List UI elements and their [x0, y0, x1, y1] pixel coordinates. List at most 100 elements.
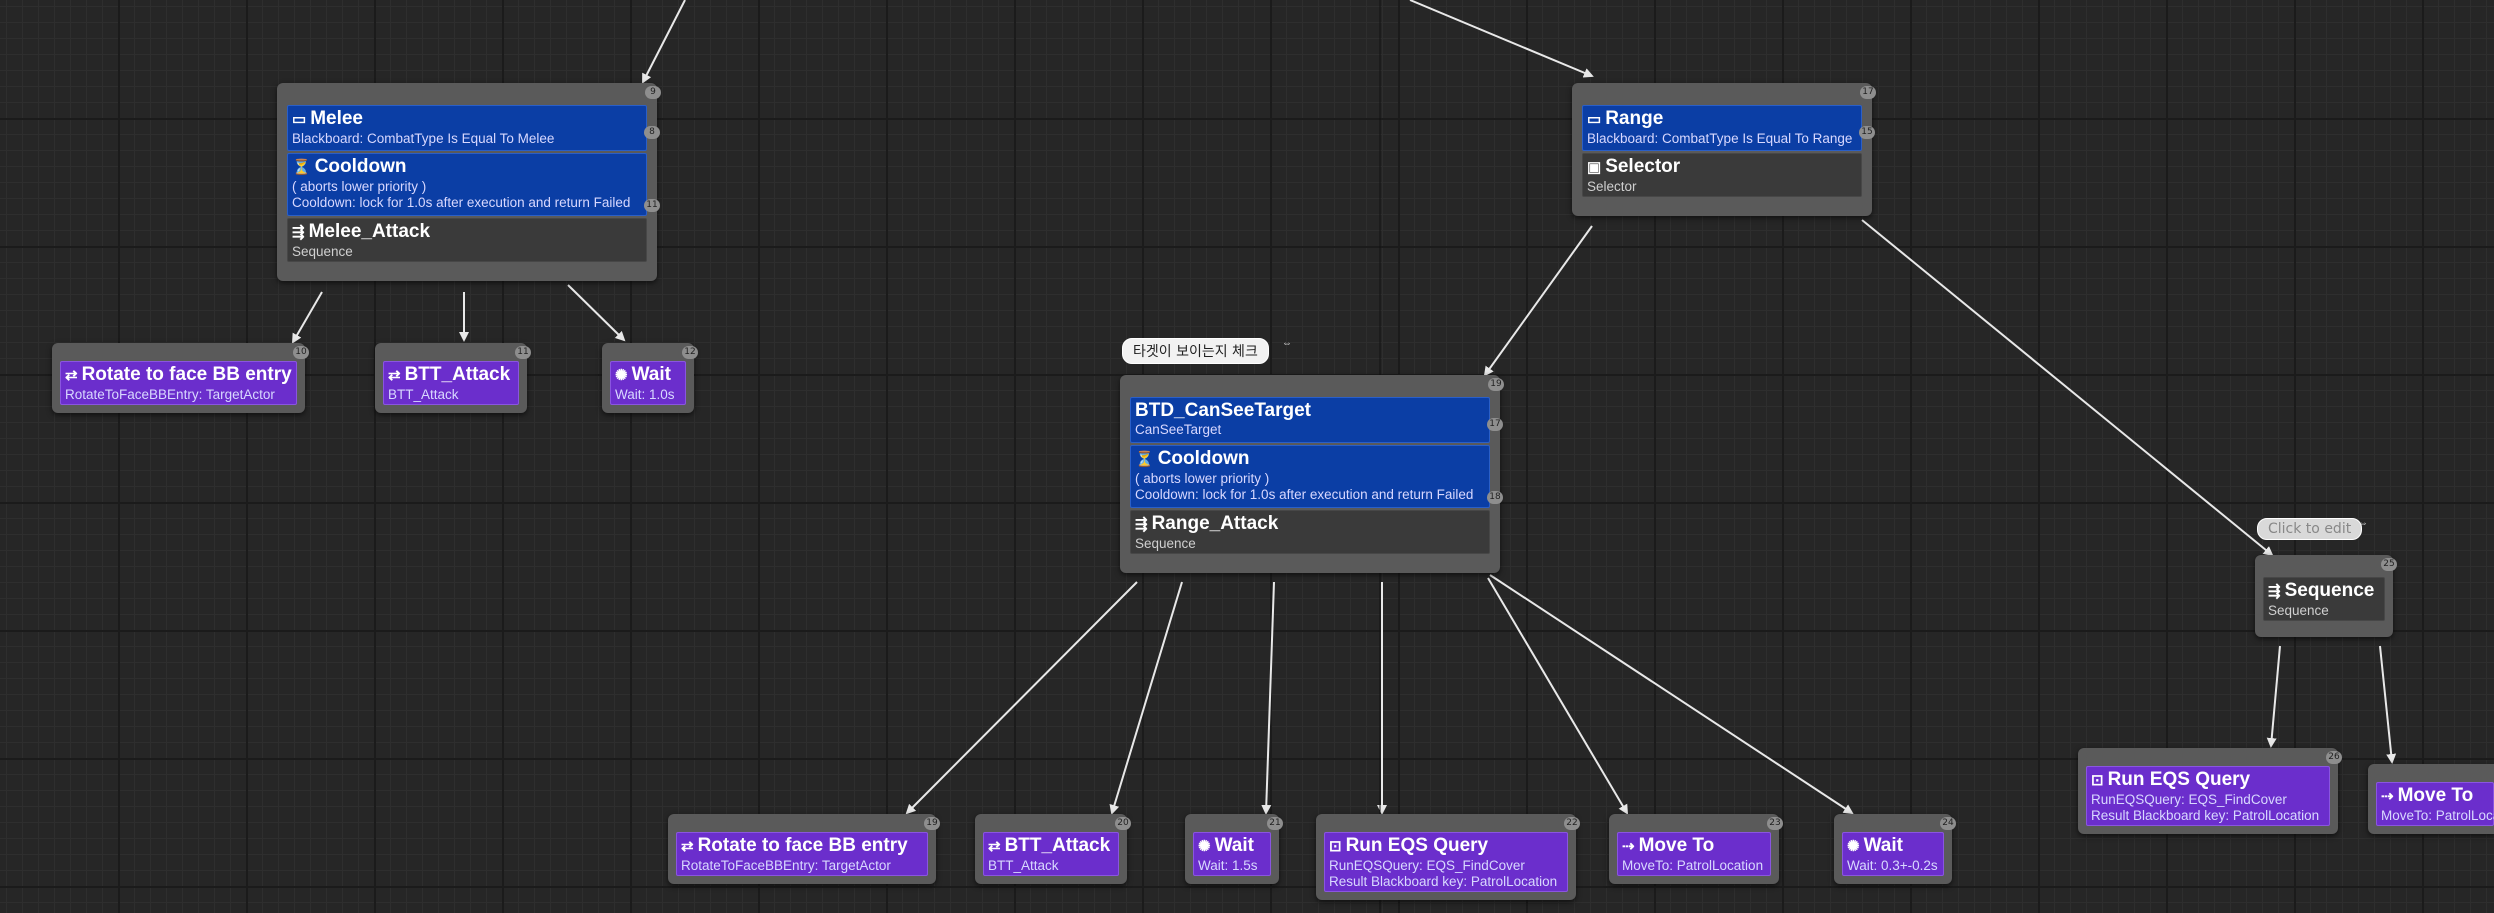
range-decorator-sub: Blackboard: CombatType Is Equal To Range: [1587, 131, 1853, 146]
range-cooldown-sub1: ( aborts lower priority ): [1135, 471, 1270, 486]
melee-cooldown-sub2: Cooldown: lock for 1.0s after execution …: [292, 195, 631, 210]
can-see-target-title: BTD_CanSeeTarget: [1135, 400, 1311, 421]
node-index-badge: 19: [1488, 378, 1504, 391]
rotate-task-icon: ⇄: [65, 367, 78, 384]
blackboard-decorator-icon: ▭: [292, 111, 307, 128]
melee-cooldown-title: Cooldown: [314, 156, 407, 177]
task-sub: BTT_Attack: [388, 387, 459, 402]
blackboard-decorator-icon: ▭: [1587, 111, 1602, 128]
node-comment-bubble[interactable]: 타겟이 보이는지 체크: [1122, 338, 1269, 364]
range-wait-task[interactable]: 21 ✺ Wait Wait: 1.5s: [1185, 814, 1283, 884]
range-selector-node[interactable]: 17 ▭ Range Blackboard: CombatType Is Equa…: [1572, 83, 1876, 216]
wire-melee-wait: [567, 284, 626, 342]
sequence-composite[interactable]: ⇶ Sequence Sequence: [2263, 577, 2385, 621]
wire-range-wait: [1261, 581, 1275, 815]
task-title: Run EQS Query: [1345, 835, 1489, 856]
sequence-node[interactable]: 25 ⇶ Sequence Sequence: [2255, 555, 2397, 637]
melee-attack-task[interactable]: 11 ⇄ BTT_Attack BTT_Attack: [375, 343, 531, 413]
range-attack-composite[interactable]: ⇶ Range_Attack Sequence: [1130, 510, 1490, 554]
node-index-badge: 12: [682, 346, 698, 359]
range-composite-sub: Selector: [1587, 179, 1637, 194]
range-eqs-task[interactable]: 22 ⊡ Run EQS Query RunEQSQuery: EQS_FindC…: [1316, 814, 1580, 900]
task-sub: MoveTo: PatrolLocation: [2381, 808, 2494, 823]
range-attack-title: Range_Attack: [1151, 513, 1279, 534]
melee-composite[interactable]: ⇶ Melee_Attack Sequence: [287, 218, 647, 262]
range-decorator[interactable]: ▭ Range Blackboard: CombatType Is Equal T…: [1582, 105, 1875, 151]
decorator-index-badge: 8: [644, 126, 660, 139]
wire-range-move: [1487, 577, 1629, 815]
decorator-index-badge: 17: [1487, 418, 1503, 431]
task-sub: Wait: 1.0s: [615, 387, 675, 402]
task-sub2: Result Blackboard key: PatrolLocation: [2091, 808, 2320, 823]
range-cooldown-sub2: Cooldown: lock for 1.0s after execution …: [1135, 487, 1474, 502]
melee-composite-sub: Sequence: [292, 244, 353, 259]
range-attack-sub: Sequence: [1135, 536, 1196, 551]
can-see-target-decorator[interactable]: BTD_CanSeeTarget CanSeeTarget 17: [1130, 397, 1503, 443]
task-sub1: RunEQSQuery: EQS_FindCover: [2091, 792, 2287, 807]
node-index-badge: 26: [2326, 751, 2342, 764]
wire-selector-cansee: [1483, 225, 1593, 377]
range-wait2-task[interactable]: 24 ✺ Wait Wait: 0.3+-0.2s: [1834, 814, 1956, 884]
rotate-task-icon: ⇄: [681, 838, 694, 855]
sequence-title: Sequence: [2284, 580, 2375, 601]
range-composite-title: Selector: [1605, 156, 1681, 177]
comment-pin-icon[interactable]: ⇔: [1282, 338, 1292, 349]
task-sub: RotateToFaceBBEntry: TargetActor: [681, 858, 891, 873]
task-title: Rotate to face BB entry: [81, 364, 292, 385]
range-rotate-task[interactable]: 19 ⇄ Rotate to face BB entry RotateToFace…: [668, 814, 940, 884]
seq-move-task[interactable]: ⇢Move To MoveTo: PatrolLocation: [2368, 764, 2494, 834]
node-index-badge: 23: [1767, 817, 1783, 830]
node-index-badge: 25: [2381, 558, 2397, 571]
selector-icon: ▣: [1587, 159, 1602, 176]
eqs-query-icon: ⊡: [2091, 772, 2104, 789]
range-attack-task[interactable]: 20 ⇄ BTT_Attack BTT_Attack: [975, 814, 1131, 884]
task-sub: MoveTo: PatrolLocation: [1622, 858, 1764, 873]
range-cooldown-decorator[interactable]: ⏳ Cooldown ( aborts lower priority ) Cool…: [1130, 445, 1503, 508]
move-to-icon: ⇢: [2381, 788, 2394, 805]
melee-cooldown-decorator[interactable]: ⏳ Cooldown ( aborts lower priority ) Cool…: [287, 153, 660, 216]
task-title: Run EQS Query: [2107, 769, 2251, 790]
move-to-icon: ⇢: [1622, 838, 1635, 855]
wire-root-range: [1409, 0, 1594, 78]
melee-wait-task[interactable]: 12 ✺ Wait Wait: 1.0s: [602, 343, 698, 413]
wire-melee-rotate: [291, 291, 323, 344]
melee-decorator[interactable]: ▭ Melee Blackboard: CombatType Is Equal T…: [287, 105, 660, 151]
wait-icon: ✺: [615, 367, 628, 384]
melee-rotate-task[interactable]: 10 ⇄ Rotate to face BB entry RotateToFace…: [52, 343, 309, 413]
cooldown-index-badge: 18: [1487, 491, 1503, 504]
melee-composite-title: Melee_Attack: [308, 221, 431, 242]
task-sub: Wait: 0.3+-0.2s: [1847, 858, 1938, 873]
task-sub: Wait: 1.5s: [1198, 858, 1258, 873]
task-title: Wait: [1214, 835, 1254, 856]
node-index-badge: 19: [924, 817, 940, 830]
cooldown-index-badge: 11: [644, 199, 660, 212]
wire-selector-sequence: [1861, 219, 2274, 557]
task-title: BTT_Attack: [404, 364, 511, 385]
cooldown-icon: ⏳: [292, 159, 311, 176]
node-index-badge: 9: [645, 86, 661, 99]
task-sub: BTT_Attack: [988, 858, 1059, 873]
task-sub2: Result Blackboard key: PatrolLocation: [1329, 874, 1558, 889]
range-move-task[interactable]: 23 ⇢ Move To MoveTo: PatrolLocation: [1609, 814, 1783, 884]
task-title: Move To: [1638, 835, 1715, 856]
task-title: Wait: [1863, 835, 1903, 856]
eqs-query-icon: ⊡: [1329, 838, 1342, 855]
wire-range-wait2: [1489, 574, 1854, 815]
range-cooldown-title: Cooldown: [1157, 448, 1250, 469]
node-comment-bubble[interactable]: Click to edit: [2257, 518, 2363, 540]
comment-pin-icon[interactable]: ⇔: [2358, 518, 2368, 529]
range-composite[interactable]: ▣ Selector Selector: [1582, 153, 1862, 197]
melee-cooldown-sub1: ( aborts lower priority ): [292, 179, 427, 194]
sequence-icon: ⇶: [292, 224, 305, 241]
task-title: Wait: [631, 364, 671, 385]
node-index-badge: 20: [1115, 817, 1131, 830]
task-title: Move To: [2397, 785, 2474, 806]
node-index-badge: 21: [1267, 817, 1283, 830]
task-sub1: RunEQSQuery: EQS_FindCover: [1329, 858, 1525, 873]
seq-eqs-task[interactable]: 26 ⊡ Run EQS Query RunEQSQuery: EQS_FindC…: [2078, 748, 2342, 834]
node-index-badge: 11: [515, 346, 531, 359]
melee-decorator-sub: Blackboard: CombatType Is Equal To Melee: [292, 131, 555, 146]
range-attack-node[interactable]: 19 BTD_CanSeeTarget CanSeeTarget 17 ⏳ Coo…: [1120, 375, 1504, 573]
wire-seq-move: [2379, 645, 2397, 764]
melee-attack-node[interactable]: 9 ▭ Melee Blackboard: CombatType Is Equal…: [277, 83, 661, 281]
